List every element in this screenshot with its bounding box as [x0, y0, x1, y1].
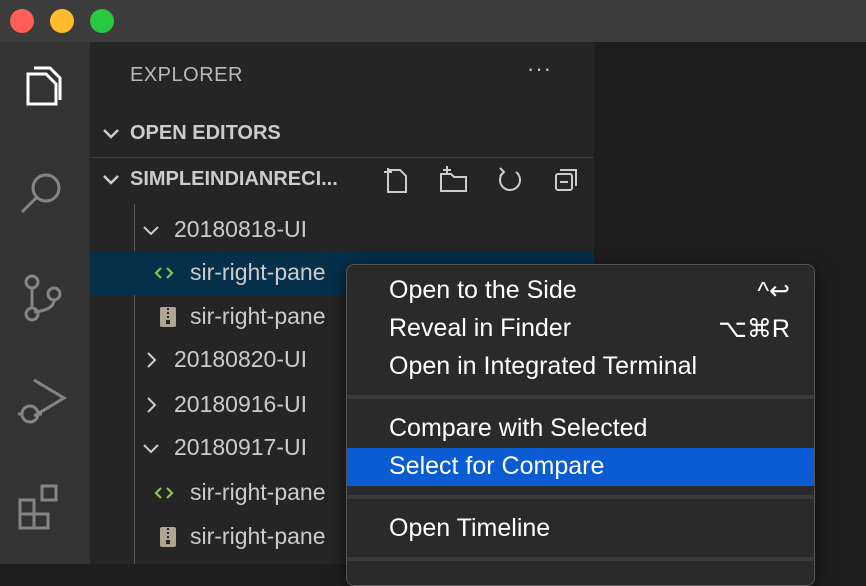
chevron-down-icon	[103, 129, 119, 139]
sidebar-title: EXPLORER	[130, 64, 243, 86]
title-bar	[0, 0, 866, 42]
source-control-icon[interactable]	[14, 270, 70, 326]
menu-item-compare-with-selected[interactable]: Compare with Selected	[347, 410, 814, 448]
activity-bar	[0, 42, 90, 564]
close-window-button[interactable]	[10, 9, 34, 33]
code-file-icon	[154, 487, 174, 499]
menu-item-label: Compare with Selected	[389, 414, 648, 442]
menu-item-label: Reveal in Finder	[389, 314, 572, 342]
explorer-icon[interactable]	[14, 60, 70, 116]
search-icon[interactable]	[14, 166, 70, 222]
context-menu: Open to the Side ^↩ Reveal in Finder ⌥⌘R…	[346, 264, 815, 586]
chevron-right-icon	[147, 352, 157, 368]
menu-item-select-for-compare[interactable]: Select for Compare	[347, 448, 814, 486]
new-file-icon[interactable]	[380, 164, 412, 196]
tree-label: 20180916-UI	[174, 391, 307, 417]
section-label: OPEN EDITORS	[130, 122, 281, 144]
collapse-all-icon[interactable]	[550, 164, 582, 196]
menu-item-label: Open in Integrated Terminal	[389, 352, 698, 380]
tree-label: 20180818-UI	[174, 216, 307, 242]
menu-item-open-in-terminal[interactable]: Open in Integrated Terminal	[347, 348, 814, 386]
zip-file-icon	[160, 307, 176, 327]
tree-label: 20180917-UI	[174, 434, 307, 460]
tree-label: sir-right-pane	[190, 303, 326, 329]
menu-item-label: Select for Compare	[389, 452, 605, 480]
menu-separator	[347, 395, 814, 399]
tree-folder[interactable]: 20180818-UI	[90, 208, 594, 252]
section-label: SIMPLEINDIANRECI...	[130, 168, 338, 190]
zoom-window-button[interactable]	[90, 9, 114, 33]
tree-label: sir-right-pane	[190, 259, 326, 285]
tree-label: 20180820-UI	[174, 346, 307, 372]
menu-item-open-timeline[interactable]: Open Timeline	[347, 510, 814, 548]
code-file-icon	[154, 267, 174, 279]
more-actions-button[interactable]: ···	[527, 56, 552, 82]
zip-file-icon	[160, 527, 176, 547]
menu-item-reveal-in-finder[interactable]: Reveal in Finder ⌥⌘R	[347, 310, 814, 348]
menu-item-shortcut: ⌥⌘R	[718, 315, 790, 343]
refresh-icon[interactable]	[494, 164, 526, 196]
chevron-down-icon	[143, 444, 159, 454]
tree-label: sir-right-pane	[190, 523, 326, 549]
minimize-window-button[interactable]	[50, 9, 74, 33]
extensions-icon[interactable]	[14, 478, 70, 534]
menu-item-shortcut: ^↩	[757, 277, 790, 305]
tree-label: sir-right-pane	[190, 479, 326, 505]
section-open-editors[interactable]: OPEN EDITORS	[90, 112, 594, 156]
chevron-down-icon	[143, 226, 159, 236]
chevron-right-icon	[147, 397, 157, 413]
menu-separator	[347, 557, 814, 561]
new-folder-icon[interactable]	[437, 164, 469, 196]
menu-item-open-to-side[interactable]: Open to the Side ^↩	[347, 272, 814, 310]
run-debug-icon[interactable]	[14, 374, 70, 430]
chevron-down-icon	[103, 175, 119, 185]
section-workspace[interactable]: SIMPLEINDIANRECI...	[90, 158, 594, 202]
menu-separator	[347, 495, 814, 499]
menu-item-label: Open Timeline	[389, 514, 551, 542]
menu-item-label: Open to the Side	[389, 276, 577, 304]
